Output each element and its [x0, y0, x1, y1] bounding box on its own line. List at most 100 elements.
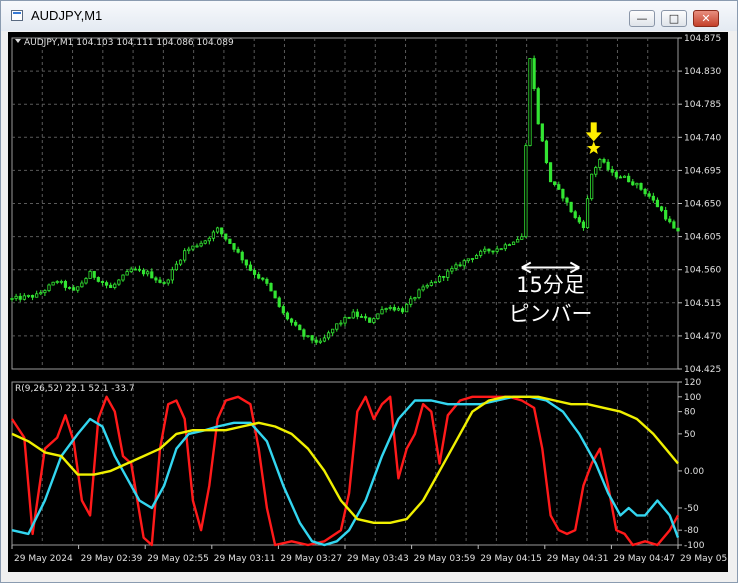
candle-body	[392, 307, 396, 311]
oscillator-info-label: R(9,26,52) 22.1 52.1 -33.7	[15, 384, 135, 394]
candle-body	[228, 238, 232, 244]
candle-body	[318, 340, 322, 343]
chart-area[interactable]: 104.875 104.830 104.785 104.740 104.695 104.6…	[8, 32, 728, 572]
x-axis-tick-label: 29 May 03:59	[414, 554, 476, 564]
candle-body	[388, 307, 392, 309]
candle-body	[659, 206, 664, 211]
candlestick	[224, 233, 228, 242]
title-bar[interactable]: AUDJPY,M1 — □ ✕	[1, 1, 737, 31]
candlestick	[598, 157, 602, 171]
candlestick	[643, 187, 647, 197]
candlestick	[199, 240, 203, 248]
candle-body	[199, 242, 203, 247]
candle-body	[109, 284, 113, 288]
candlestick	[466, 258, 470, 264]
close-button[interactable]: ✕	[693, 10, 719, 27]
oscillator-y-tick-label: 100	[684, 393, 701, 403]
candlestick	[548, 162, 553, 183]
candle-body	[651, 195, 655, 201]
candle-body	[454, 264, 458, 269]
candle-body	[355, 311, 359, 317]
candlestick	[10, 297, 14, 302]
candlestick	[39, 289, 43, 296]
candlestick	[516, 236, 520, 243]
candle-body	[577, 217, 581, 223]
candle-body	[331, 328, 335, 334]
candlestick	[174, 260, 179, 271]
candlestick	[43, 289, 47, 297]
candle-body	[631, 181, 635, 186]
candle-body	[384, 308, 388, 311]
candle-body	[84, 278, 88, 284]
candle-body	[479, 250, 483, 256]
candlestick	[400, 306, 405, 314]
price-y-tick-label: 104.650	[684, 200, 721, 210]
candlestick	[474, 253, 479, 259]
candlestick	[310, 335, 314, 344]
candlestick	[368, 317, 372, 323]
candle-body	[561, 188, 565, 199]
candlestick	[232, 243, 236, 253]
candle-body	[170, 269, 174, 281]
candlestick	[664, 206, 668, 221]
minimize-button[interactable]: —	[629, 10, 655, 27]
candlestick	[35, 290, 39, 298]
candle-body	[610, 169, 614, 173]
price-y-tick-label: 104.470	[684, 332, 721, 342]
price-y-tick-label: 104.425	[684, 365, 721, 375]
x-axis-tick-label: 29 May 04:15	[480, 554, 542, 564]
price-y-tick-label: 104.740	[684, 133, 721, 143]
candle-body	[146, 271, 150, 275]
candlestick	[610, 165, 614, 176]
annotation-line1: 15分足	[516, 273, 585, 297]
candle-body	[417, 289, 421, 298]
candlestick	[154, 276, 158, 283]
candle-body	[503, 244, 507, 250]
candlestick	[347, 316, 351, 319]
oscillator-y-tick-label: -80	[684, 526, 699, 536]
candle-body	[289, 318, 294, 323]
candlestick	[462, 258, 466, 270]
candle-body	[141, 269, 146, 275]
candlestick	[158, 276, 162, 284]
candlestick	[569, 201, 573, 214]
candlestick	[133, 266, 137, 271]
candlestick	[289, 317, 294, 326]
candle-body	[96, 277, 100, 282]
candle-body	[524, 145, 528, 238]
candlestick	[503, 242, 507, 252]
candlestick	[306, 335, 310, 338]
candle-body	[281, 306, 285, 314]
candle-body	[565, 197, 569, 203]
candlestick	[26, 294, 31, 298]
candle-body	[129, 268, 133, 272]
candle-body	[491, 250, 495, 253]
candle-body	[261, 277, 265, 280]
candlestick	[359, 313, 364, 318]
candle-body	[158, 279, 162, 283]
candle-body	[425, 285, 429, 288]
candle-body	[606, 161, 610, 170]
candlestick	[273, 290, 277, 299]
candle-body	[63, 281, 68, 288]
candlestick	[244, 259, 248, 269]
candle-body	[421, 286, 425, 291]
candlestick	[220, 227, 224, 238]
x-axis-tick-label: 29 May 03:27	[280, 554, 342, 564]
candle-body	[635, 182, 639, 186]
candle-body	[88, 271, 92, 279]
candlestick	[524, 143, 528, 239]
candle-body	[396, 308, 401, 311]
candle-body	[150, 271, 154, 279]
x-axis-tick-label: 29 May 02:55	[147, 554, 209, 564]
candle-body	[92, 271, 96, 278]
candle-body	[581, 221, 586, 229]
maximize-button[interactable]: □	[661, 10, 687, 27]
candlestick	[104, 280, 109, 289]
candlestick	[240, 250, 244, 264]
candle-body	[590, 173, 594, 200]
chart-canvas[interactable]: 104.875 104.830 104.785 104.740 104.695 104.6…	[8, 32, 728, 572]
oscillator-line-yellow	[11, 395, 679, 524]
candle-body	[51, 281, 55, 286]
candlestick	[388, 305, 392, 311]
